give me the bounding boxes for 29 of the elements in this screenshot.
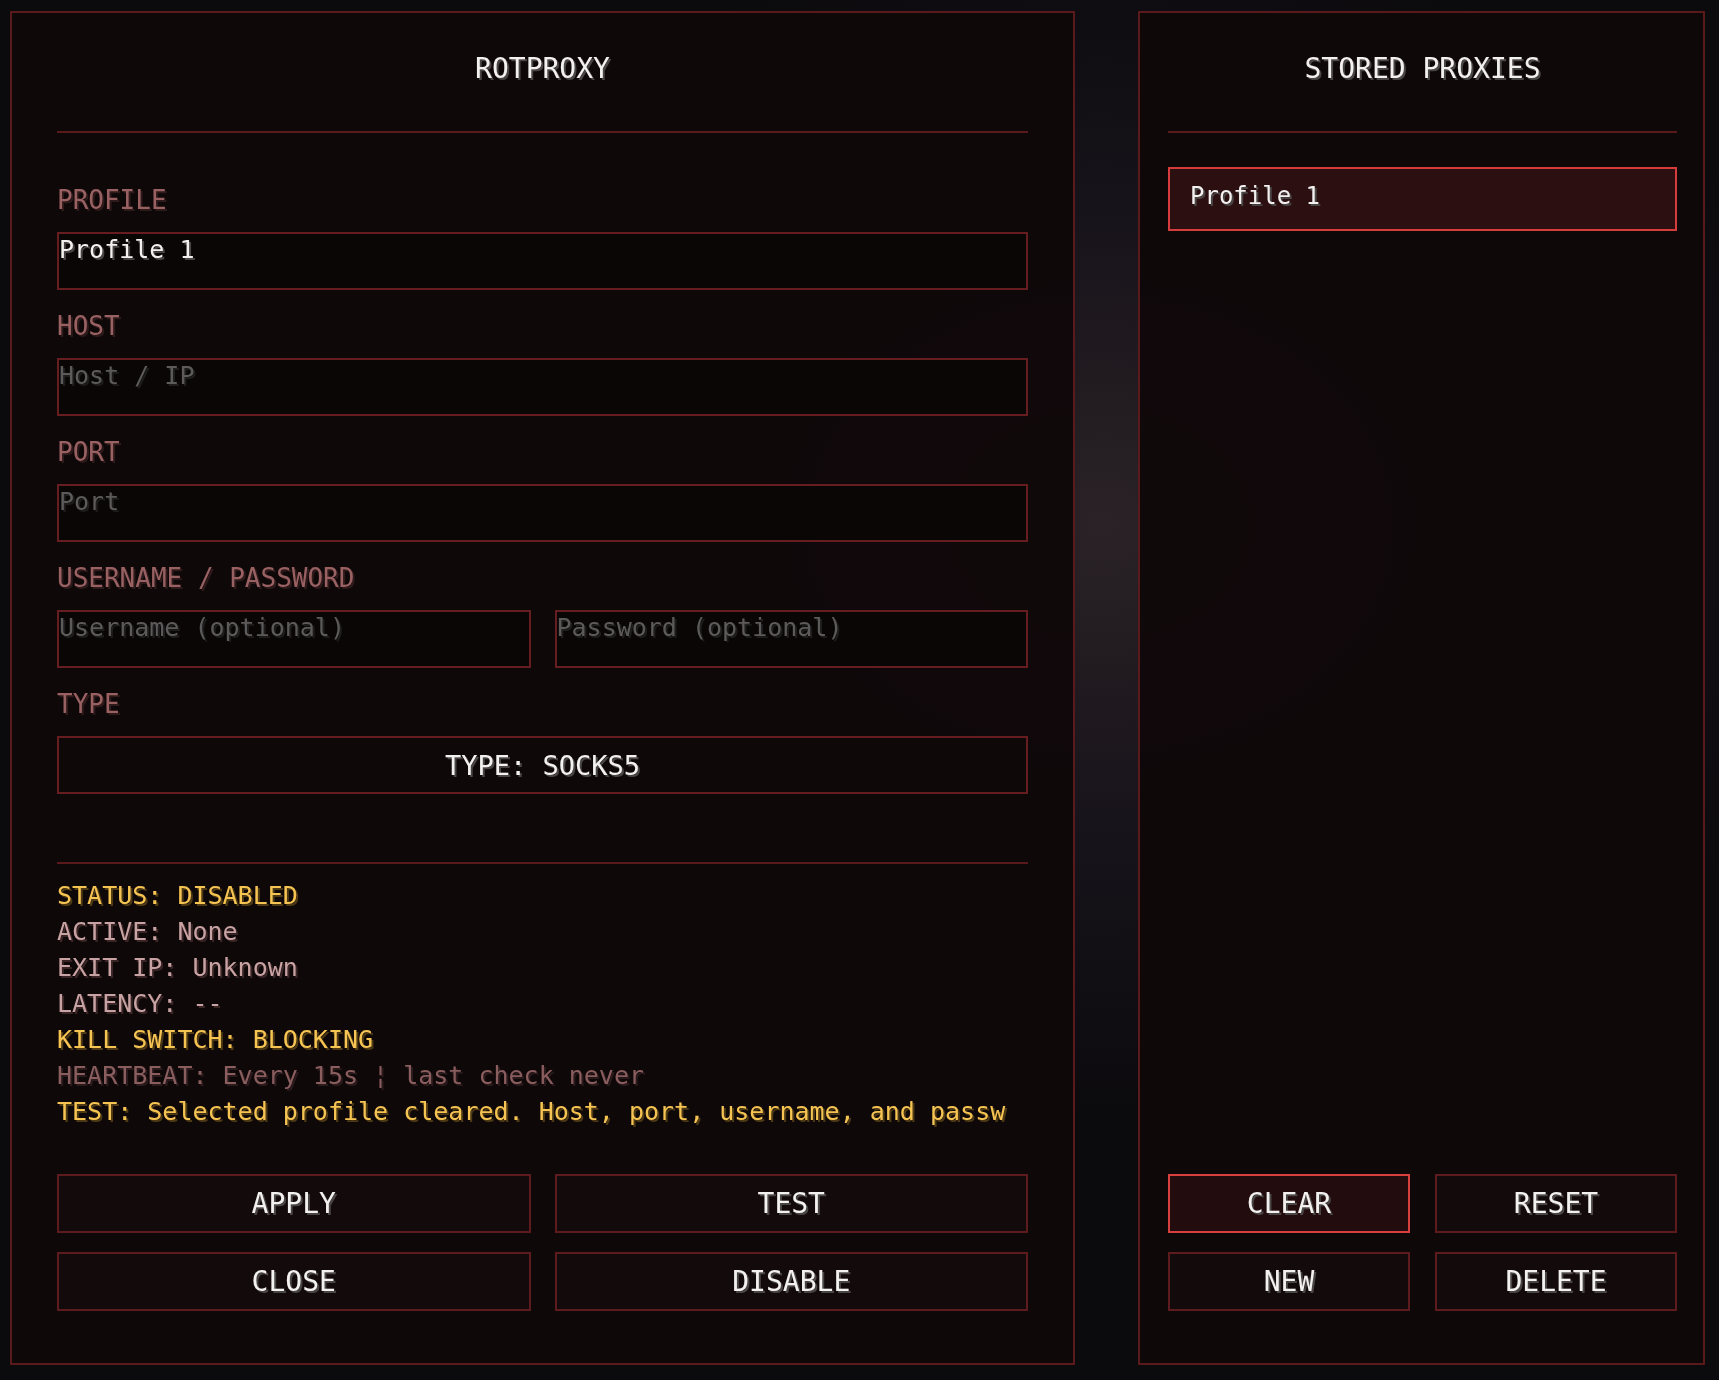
input-field[interactable]: Profile 1 <box>57 232 1028 290</box>
input-field[interactable]: Host / IP <box>57 358 1028 416</box>
field-label: PORT <box>57 437 120 467</box>
action-button[interactable]: CLOSE <box>57 1252 531 1311</box>
input-field[interactable]: Password (optional) <box>554 610 1028 668</box>
field-label: PROFILE <box>57 185 167 215</box>
status-line: ACTIVE: None <box>57 916 238 948</box>
status-line: STATUS: DISABLED <box>57 880 298 912</box>
action-button[interactable]: TEST <box>554 1174 1028 1233</box>
field-label: USERNAME / PASSWORD <box>57 563 355 593</box>
status-line: KILL SWITCH: BLOCKING <box>57 1024 374 1056</box>
action-button[interactable]: DELETE <box>1435 1252 1677 1311</box>
status-line: LATENCY: -- <box>57 988 223 1020</box>
type-selector-button[interactable]: TYPE: SOCKS5 <box>57 736 1028 794</box>
action-button[interactable]: CLEAR <box>1168 1174 1410 1233</box>
status-line: TEST: Selected profile cleared. Host, port, username, and passw <box>57 1096 1006 1128</box>
field-label: TYPE <box>57 689 120 719</box>
action-button[interactable]: APPLY <box>57 1174 531 1233</box>
status-line: HEARTBEAT: Every 15s ¦ last check never <box>57 1060 644 1092</box>
action-button[interactable]: DISABLE <box>554 1252 1028 1311</box>
input-field[interactable]: Port <box>57 484 1028 542</box>
panel-title: STORED PROXIES <box>1304 52 1541 86</box>
field-label: HOST <box>57 311 120 341</box>
action-button[interactable]: RESET <box>1435 1174 1677 1233</box>
input-field[interactable]: Username (optional) <box>57 610 531 668</box>
status-line: EXIT IP: Unknown <box>57 952 298 984</box>
action-button[interactable]: NEW <box>1168 1252 1410 1311</box>
proxy-list-item[interactable]: Profile 1 <box>1168 167 1677 231</box>
panel-title: ROTPROXY <box>475 52 610 86</box>
